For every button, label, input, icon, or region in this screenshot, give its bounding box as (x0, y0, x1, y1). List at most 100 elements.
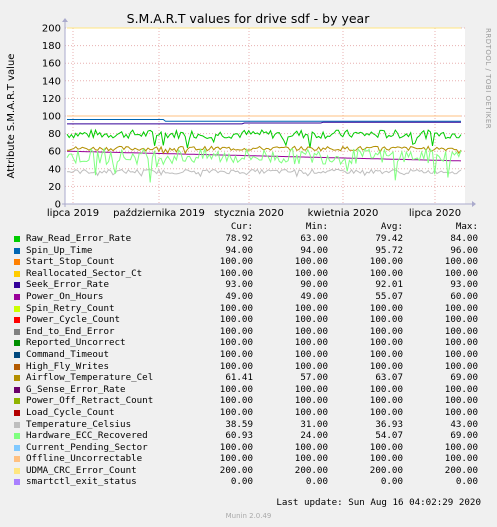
legend-cur-value: 100.00 (219, 302, 253, 314)
legend-series-name: G_Sense_Error_Rate (26, 383, 126, 395)
legend-max-value: 100.00 (444, 406, 478, 418)
legend-cur-value: 100.00 (219, 406, 253, 418)
legend-max-value: 100.00 (444, 441, 478, 453)
legend-cur-value: 100.00 (219, 267, 253, 279)
legend-row: Hardware_ECC_Recovered 60.93 24.00 54.07 69.… (14, 430, 484, 442)
legend-series-name: UDMA_CRC_Error_Count (26, 464, 137, 476)
legend-row: UDMA_CRC_Error_Count 200.00 200.00 200.00 20… (14, 465, 484, 477)
legend: Cur: Min: Avg: Max: Raw_Read_Error_Rate 7… (14, 221, 484, 488)
legend-swatch (14, 363, 20, 370)
legend-cur-value: 61.41 (225, 372, 253, 384)
legend-swatch (14, 398, 20, 405)
legend-swatch (14, 386, 20, 393)
legend-series-name: End_to_End_Error (26, 325, 115, 337)
legend-max-value: 100.00 (444, 256, 478, 268)
legend-swatch (14, 351, 20, 358)
legend-max-value: 0.00 (455, 476, 478, 488)
legend-min-value: 100.00 (294, 314, 328, 326)
y-tick-label: 80 (48, 129, 61, 140)
legend-max-value: 100.00 (444, 395, 478, 407)
legend-min-value: 100.00 (294, 453, 328, 465)
legend-row: Command_Timeout 100.00 100.00 100.00 100.00 (14, 349, 484, 361)
legend-avg-value: 95.72 (375, 244, 403, 256)
legend-series-name: Airflow_Temperature_Cel (26, 372, 154, 384)
legend-avg-value: 100.00 (369, 348, 403, 360)
legend-cur-value: 94.00 (225, 244, 253, 256)
legend-cur-value: 100.00 (219, 395, 253, 407)
x-tick-label: lipca 2019 (47, 208, 99, 219)
legend-cur-value: 38.59 (225, 418, 253, 430)
legend-min-value: 100.00 (294, 395, 328, 407)
legend-swatch (14, 259, 20, 266)
chart: 020406080100120140160180200lipca 2019 paź… (6, 11, 492, 219)
legend-max-value: 100.00 (444, 453, 478, 465)
legend-swatch (14, 433, 20, 440)
legend-cur-value: 100.00 (219, 441, 253, 453)
legend-min-value: 90.00 (300, 279, 328, 291)
legend-series-name: Spin_Retry_Count (26, 302, 115, 314)
legend-swatch (14, 479, 20, 486)
legend-swatch (14, 340, 20, 347)
legend-row: Current_Pending_Sector 100.00 100.00 100.00… (14, 442, 484, 454)
rrdtool-credit: RRDTOOL / TOBI OETIKER (484, 28, 492, 129)
legend-row: Start_Stop_Count 100.00 100.00 100.00 100.00 (14, 256, 484, 268)
legend-avg-value: 92.01 (375, 279, 403, 291)
legend-min-value: 100.00 (294, 325, 328, 337)
legend-cur-value: 100.00 (219, 453, 253, 465)
legend-row: Spin_Up_Time 94.00 94.00 95.72 96.00 (14, 245, 484, 257)
legend-avg-value: 100.00 (369, 337, 403, 349)
legend-cur-value: 100.00 (219, 314, 253, 326)
legend-min-value: 100.00 (294, 267, 328, 279)
legend-row: Load_Cycle_Count 100.00 100.00 100.00 100.00 (14, 407, 484, 419)
legend-max-value: 93.00 (450, 279, 478, 291)
legend-swatch (14, 456, 20, 463)
legend-swatch (14, 444, 20, 451)
legend-avg-value: 200.00 (369, 464, 403, 476)
header-min: Min: (305, 221, 328, 232)
legend-min-value: 200.00 (294, 464, 328, 476)
y-tick-label: 20 (48, 182, 61, 193)
legend-avg-value: 63.07 (375, 372, 403, 384)
legend-row: Offline_Uncorrectable 100.00 100.00 100.00 1… (14, 453, 484, 465)
legend-row: Raw_Read_Error_Rate 78.92 63.00 79.42 84.00 (14, 233, 484, 245)
x-tick-label: października 2019 (113, 207, 205, 219)
legend-min-value: 100.00 (294, 360, 328, 372)
legend-swatch (14, 236, 20, 242)
header-max: Max: (455, 221, 478, 232)
legend-swatch (14, 293, 20, 300)
munin-version: Munin 2.0.49 (225, 512, 272, 520)
legend-rows: Raw_Read_Error_Rate 78.92 63.00 79.42 84.00 S… (14, 233, 484, 488)
legend-avg-value: 100.00 (369, 314, 403, 326)
legend-series-name: Power_Cycle_Count (26, 314, 121, 326)
legend-max-value: 69.00 (450, 430, 478, 442)
legend-max-value: 84.00 (450, 233, 478, 244)
y-axis-label: Attribute S.M.A.R.T value (6, 54, 17, 179)
legend-swatch (14, 247, 20, 254)
legend-series-name: High_Fly_Writes (26, 360, 109, 372)
legend-max-value: 100.00 (444, 314, 478, 326)
x-axis-arrow (472, 201, 476, 207)
y-tick-label: 40 (48, 164, 61, 175)
legend-min-value: 49.00 (300, 290, 328, 302)
legend-cur-value: 78.92 (225, 233, 253, 244)
x-tick-label: lipca 2020 (409, 208, 461, 219)
legend-cur-value: 60.93 (225, 430, 253, 442)
legend-min-value: 100.00 (294, 256, 328, 268)
x-tick-label: stycznia 2020 (214, 208, 284, 219)
legend-series-name: Power_Off_Retract_Count (26, 395, 154, 407)
legend-row: Power_Cycle_Count 100.00 100.00 100.00 100.0… (14, 314, 484, 326)
legend-row: Power_Off_Retract_Count 100.00 100.00 100.0… (14, 395, 484, 407)
legend-min-value: 100.00 (294, 302, 328, 314)
legend-row: Airflow_Temperature_Cel 61.41 57.00 63.07 69… (14, 372, 484, 384)
legend-series-name: Temperature_Celsius (26, 418, 132, 430)
legend-avg-value: 36.93 (375, 418, 403, 430)
legend-cur-value: 100.00 (219, 348, 253, 360)
legend-row: Reallocated_Sector_Ct 100.00 100.00 100.00 1… (14, 268, 484, 280)
legend-avg-value: 100.00 (369, 267, 403, 279)
legend-series-name: Spin_Up_Time (26, 244, 93, 256)
legend-max-value: 69.00 (450, 372, 478, 384)
legend-row: Spin_Retry_Count 100.00 100.00 100.00 100.00 (14, 303, 484, 315)
legend-max-value: 60.00 (450, 290, 478, 302)
legend-cur-value: 0.00 (230, 476, 253, 488)
legend-min-value: 100.00 (294, 406, 328, 418)
